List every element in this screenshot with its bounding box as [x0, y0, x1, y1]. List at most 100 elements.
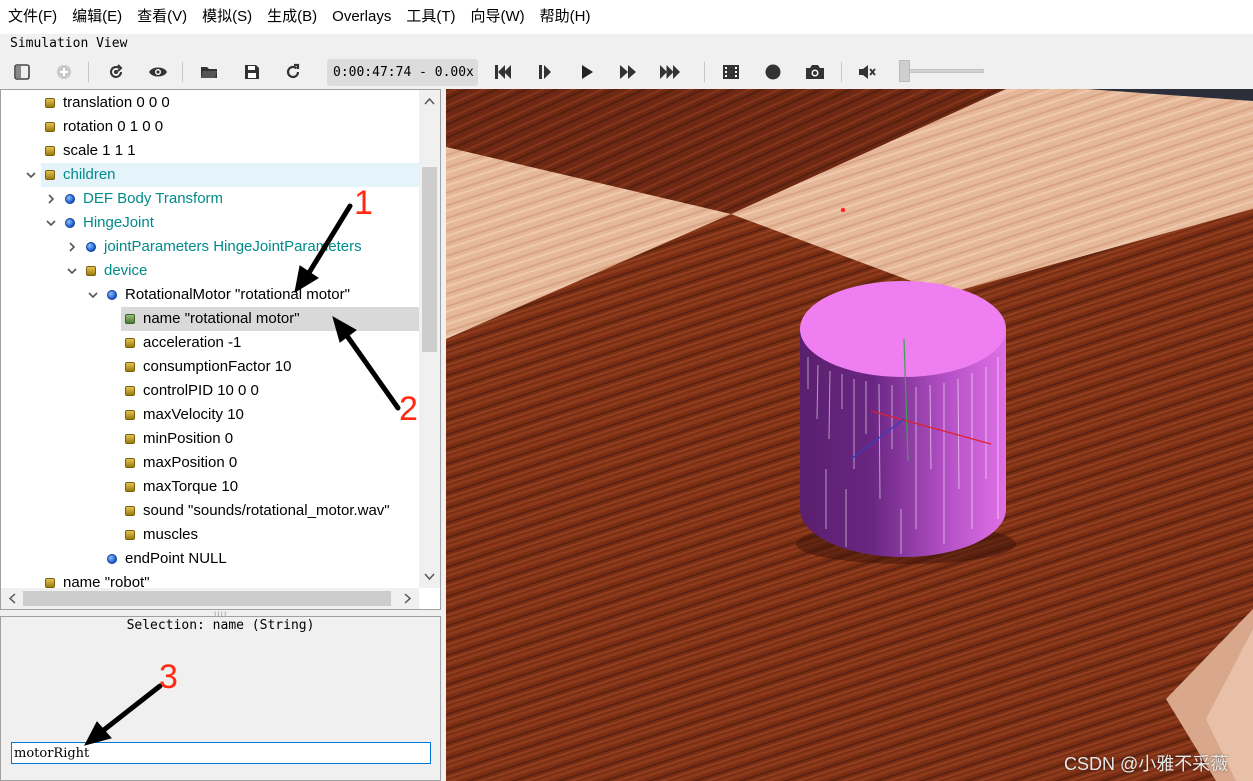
record-button[interactable] — [758, 58, 788, 86]
tree-row[interactable]: scale 1 1 1 — [1, 139, 419, 163]
toolbar: 0:00:47:74 - 0.00x — [0, 56, 1253, 89]
volume-slider-handle[interactable] — [899, 60, 910, 82]
3d-view[interactable] — [446, 89, 1253, 781]
open-icon — [201, 67, 217, 78]
mute-button[interactable] — [852, 58, 882, 86]
menu-file[interactable]: 文件(F) — [4, 0, 61, 34]
volume-slider-track[interactable] — [900, 69, 984, 73]
tree-row[interactable]: sound "sounds/rotational_motor.wav" — [1, 499, 419, 523]
reload-world-button[interactable] — [101, 58, 131, 86]
tree-row[interactable]: minPosition 0 — [1, 427, 419, 451]
chevron-down-icon — [424, 572, 435, 580]
field-icon — [125, 458, 135, 468]
field-icon — [125, 362, 135, 372]
fast-forward-icon — [620, 65, 636, 79]
menu-build[interactable]: 生成(B) — [263, 0, 321, 34]
field-icon — [45, 146, 55, 156]
tree-horizontal-scroll-thumb[interactable] — [23, 591, 391, 606]
fastest-icon — [660, 65, 680, 79]
menu-tools[interactable]: 工具(T) — [402, 0, 459, 34]
expand-arrow-down-icon[interactable] — [25, 169, 37, 181]
expand-arrow-down-icon[interactable] — [66, 265, 78, 277]
menu-help[interactable]: 帮助(H) — [536, 0, 595, 34]
step-back-icon — [495, 65, 511, 79]
selection-label: Selection: name (String) — [126, 618, 315, 633]
tree-row-label: RotationalMotor "rotational motor" — [125, 286, 350, 303]
tree-row-label: endPoint NULL — [125, 550, 227, 567]
movie-icon — [723, 65, 739, 79]
show-button[interactable] — [143, 58, 173, 86]
tree-row-label: device — [104, 262, 148, 279]
tree-row[interactable]: consumptionFactor 10 — [1, 355, 419, 379]
scroll-left-button[interactable] — [3, 590, 20, 607]
step-back-button[interactable] — [488, 58, 518, 86]
tree-row[interactable]: acceleration -1 — [1, 331, 419, 355]
3d-scene — [446, 89, 1253, 781]
red-marker — [840, 207, 846, 213]
save-world-button[interactable] — [237, 58, 267, 86]
screenshot-button[interactable] — [800, 58, 830, 86]
chevron-up-icon — [424, 97, 435, 105]
expand-arrow-right-icon[interactable] — [66, 241, 78, 253]
simulation-time-display: 0:00:47:74 - 0.00x — [327, 59, 478, 86]
expand-arrow-down-icon[interactable] — [45, 217, 57, 229]
panel-toggle-icon — [14, 64, 30, 80]
screenshot-icon — [806, 65, 824, 79]
tree-row-label: translation 0 0 0 — [63, 94, 170, 111]
menu-edit[interactable]: 编辑(E) — [68, 0, 126, 34]
cylinder-top — [800, 281, 1006, 377]
show-icon — [149, 67, 167, 77]
field-icon — [125, 314, 135, 324]
field-icon — [45, 122, 55, 132]
tree-row-label: muscles — [143, 526, 199, 543]
expand-arrow-down-icon[interactable] — [87, 289, 99, 301]
tree-row[interactable]: muscles — [1, 523, 419, 547]
expand-arrow-right-icon[interactable] — [45, 193, 57, 205]
panel-toggle-button[interactable] — [7, 58, 37, 86]
field-icon — [125, 434, 135, 444]
tree-row[interactable]: translation 0 0 0 — [1, 91, 419, 115]
tree-row[interactable]: controlPID 10 0 0 — [1, 379, 419, 403]
tree-row-label: sound "sounds/rotational_motor.wav" — [143, 502, 390, 519]
field-icon — [125, 530, 135, 540]
step-button[interactable] — [530, 58, 560, 86]
tree-row[interactable]: device — [1, 259, 419, 283]
tree-row[interactable]: maxPosition 0 — [1, 451, 419, 475]
tree-row-label: rotation 0 1 0 0 — [63, 118, 164, 135]
add-node-button[interactable] — [49, 58, 79, 86]
menu-view[interactable]: 查看(V) — [133, 0, 191, 34]
tree-horizontal-scrollbar[interactable] — [1, 588, 419, 609]
fast-forward-button[interactable] — [613, 58, 643, 86]
field-icon — [86, 266, 96, 276]
scroll-up-button[interactable] — [421, 92, 438, 109]
simulation-view-title: Simulation View — [10, 36, 128, 51]
tree-row[interactable]: maxTorque 10 — [1, 475, 419, 499]
tree-row[interactable]: endPoint NULL — [1, 547, 419, 571]
field-icon — [125, 482, 135, 492]
annotation-2: 2 — [399, 390, 418, 428]
tree-vertical-scrollbar[interactable] — [419, 90, 440, 588]
tree-row[interactable]: name "rotational motor" — [121, 307, 419, 331]
field-icon — [125, 338, 135, 348]
tree-row[interactable]: RotationalMotor "rotational motor" — [1, 283, 419, 307]
string-value-input[interactable] — [11, 742, 431, 764]
movie-button[interactable] — [716, 58, 746, 86]
menu-wizards[interactable]: 向导(W) — [467, 0, 529, 34]
tree-row[interactable]: rotation 0 1 0 0 — [1, 115, 419, 139]
field-icon — [45, 170, 55, 180]
tree-row[interactable]: jointParameters HingeJointParameters — [1, 235, 419, 259]
scroll-down-button[interactable] — [421, 568, 438, 585]
tree-row[interactable]: maxVelocity 10 — [1, 403, 419, 427]
node-icon — [107, 290, 117, 300]
menu-simulation[interactable]: 模拟(S) — [198, 0, 256, 34]
scroll-right-button[interactable] — [399, 590, 416, 607]
menu-overlays[interactable]: Overlays — [328, 0, 395, 34]
reset-simulation-button[interactable] — [278, 58, 308, 86]
tree-row-label: children — [63, 166, 116, 183]
mute-icon — [859, 65, 876, 79]
tree-vertical-scroll-thumb[interactable] — [422, 167, 437, 352]
fastest-button[interactable] — [655, 58, 685, 86]
play-button[interactable] — [572, 58, 602, 86]
scene-tree: translation 0 0 0 rotation 0 1 0 0 scale 1… — [0, 89, 441, 610]
open-world-button[interactable] — [194, 58, 224, 86]
